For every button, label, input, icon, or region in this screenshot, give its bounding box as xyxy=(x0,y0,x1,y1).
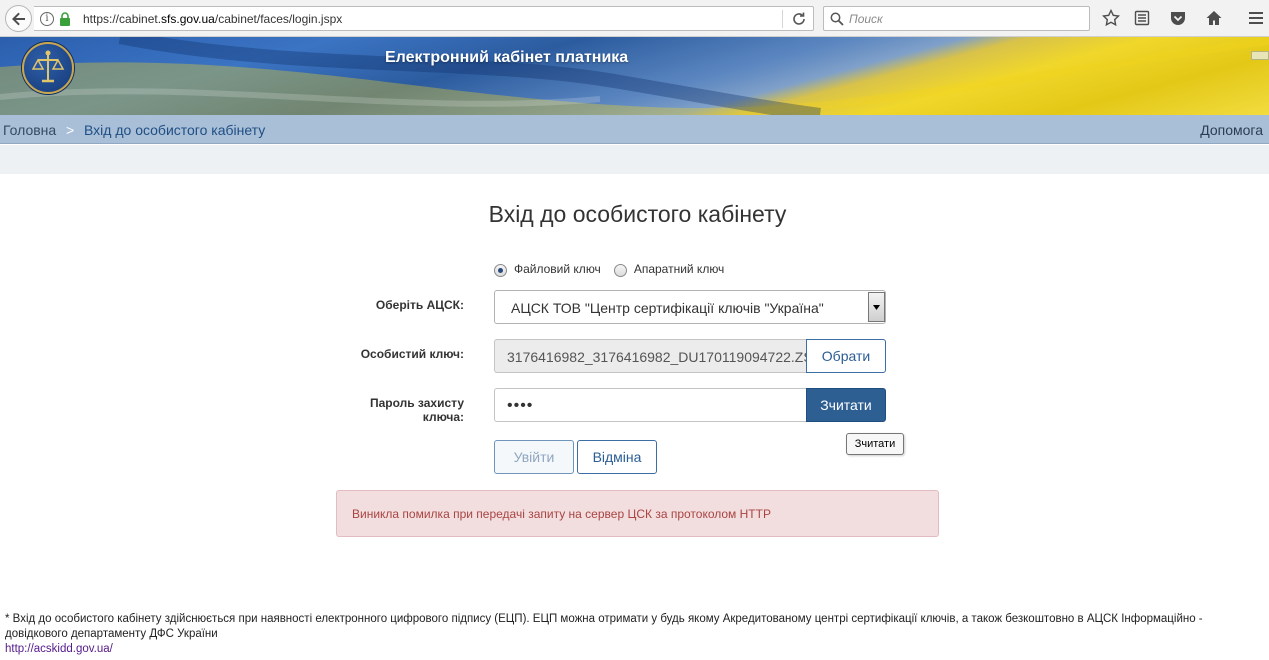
bookmark-star-icon[interactable] xyxy=(1101,8,1121,28)
search-icon xyxy=(830,12,844,26)
bookmarks-list-icon[interactable] xyxy=(1132,8,1152,28)
address-bar[interactable]: i https://cabinet.sfs.gov.ua/cabinet/fac… xyxy=(34,6,814,31)
info-icon[interactable]: i xyxy=(40,12,54,26)
arrow-left-icon xyxy=(11,12,25,25)
browser-toolbar: i https://cabinet.sfs.gov.ua/cabinet/fac… xyxy=(0,0,1269,37)
scales-icon xyxy=(31,50,65,83)
cancel-button[interactable]: Відміна xyxy=(577,440,657,474)
choose-key-button[interactable]: Обрати xyxy=(806,339,886,373)
search-placeholder: Поиск xyxy=(849,12,883,26)
site-title: Електронний кабінет платника xyxy=(385,49,629,66)
breadcrumb-separator: > xyxy=(66,122,75,138)
url-separator xyxy=(782,10,783,28)
breadcrumb-current: Вхід до особистого кабінету xyxy=(84,122,266,138)
lock-icon[interactable] xyxy=(59,12,71,26)
subheader-band xyxy=(0,145,1269,174)
private-key-value: 3176416982_3176416982_DU170119094722.ZS2 xyxy=(507,349,807,365)
caret-down-icon xyxy=(873,304,880,310)
url-path: /cabinet/faces/login.jspx xyxy=(214,12,343,26)
hardware-key-label[interactable]: Апаратний ключ xyxy=(634,262,725,276)
site-banner: Електронний кабінет платника xyxy=(0,37,1269,115)
read-button-tooltip: Зчитати xyxy=(846,433,904,455)
tax-service-emblem-logo[interactable] xyxy=(22,42,74,94)
collapse-handle[interactable] xyxy=(1251,51,1269,60)
footnote-text: * Вхід до особистого кабінету здійснюєть… xyxy=(5,613,1203,640)
login-button[interactable]: Увійти xyxy=(494,440,574,474)
password-label-line2: ключа: xyxy=(422,410,464,424)
error-alert: Виникла помилка при передачі запиту на с… xyxy=(336,490,939,537)
acsk-idd-link[interactable]: http://acskidd.gov.ua/ xyxy=(5,643,113,655)
read-key-button[interactable]: Зчитати xyxy=(806,388,886,422)
acsk-select[interactable]: АЦСК ТОВ "Центр сертифікації ключів "Укр… xyxy=(494,290,886,324)
private-key-label: Особистий ключ: xyxy=(360,347,464,361)
page-title: Вхід до особистого кабінету xyxy=(488,201,787,227)
breadcrumb-home-link[interactable]: Головна xyxy=(3,122,56,138)
password-field[interactable]: •••• xyxy=(494,388,807,422)
flag-wave-decoration xyxy=(0,37,1269,115)
reload-icon[interactable] xyxy=(791,11,807,27)
acsk-select-value: АЦСК ТОВ "Центр сертифікації ключів "Укр… xyxy=(511,300,824,316)
acsk-label: Оберіть АЦСК: xyxy=(375,298,464,312)
password-label-line1: Пароль захисту xyxy=(369,396,464,410)
password-value: •••• xyxy=(507,397,534,414)
error-message: Виникла помилка при передачі запиту на с… xyxy=(352,507,771,521)
home-icon[interactable] xyxy=(1204,8,1224,28)
pocket-icon[interactable] xyxy=(1168,8,1188,28)
password-label: Пароль захисту ключа: xyxy=(300,396,464,424)
help-link[interactable]: Допомога xyxy=(1200,122,1263,138)
file-key-radio[interactable] xyxy=(494,263,507,277)
file-key-label[interactable]: Файловий ключ xyxy=(514,262,601,276)
select-dropdown-button[interactable] xyxy=(868,292,885,322)
url-domain: sfs.gov.ua xyxy=(161,12,215,26)
breadcrumb: Головна > Вхід до особистого кабінету До… xyxy=(0,115,1269,144)
back-button[interactable] xyxy=(5,5,32,32)
search-bar[interactable]: Поиск xyxy=(823,6,1090,31)
url-text[interactable]: https://cabinet.sfs.gov.ua/cabinet/faces… xyxy=(83,12,342,26)
hardware-key-radio[interactable] xyxy=(613,263,627,277)
key-type-radio-group: Файловий ключ Апаратний ключ xyxy=(494,260,737,278)
menu-icon[interactable] xyxy=(1246,8,1266,28)
private-key-field[interactable]: 3176416982_3176416982_DU170119094722.ZS2 xyxy=(494,339,807,373)
url-prefix: https://cabinet. xyxy=(83,12,162,26)
